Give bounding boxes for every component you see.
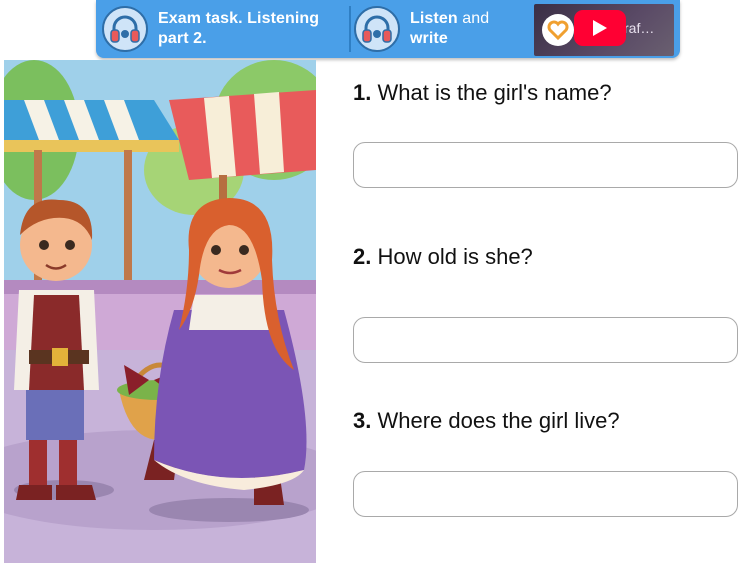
- market-scene-illustration: [4, 60, 316, 563]
- tab-exam-task-listening[interactable]: Exam task. Listening part 2.: [102, 4, 348, 54]
- tab-listen-and-write[interactable]: Listen and write: [354, 4, 536, 54]
- youtube-play-icon[interactable]: [574, 10, 626, 46]
- video-thumbnail[interactable]: raf…: [534, 4, 674, 56]
- question-3: 3. Where does the girl live?: [353, 408, 620, 434]
- tab-divider: [349, 6, 351, 52]
- video-title: raf…: [624, 20, 655, 36]
- question-text: What is the girl's name?: [377, 80, 612, 105]
- answer-input-1[interactable]: [353, 142, 738, 188]
- channel-logo: [542, 14, 574, 46]
- question-number: 1.: [353, 80, 372, 105]
- tab-label: Exam task. Listening part 2.: [158, 10, 320, 47]
- tab-bar: Exam task. Listening part 2. Listen and …: [96, 0, 680, 58]
- answer-input-2[interactable]: [353, 317, 738, 363]
- question-2: 2. How old is she?: [353, 244, 533, 270]
- headphones-icon: [354, 6, 400, 52]
- tab-label: Listen and write: [410, 10, 490, 47]
- headphones-icon: [102, 6, 148, 52]
- question-text: How old is she?: [377, 244, 533, 269]
- question-text: Where does the girl live?: [377, 408, 620, 433]
- answer-input-3[interactable]: [353, 471, 738, 517]
- question-1: 1. What is the girl's name?: [353, 80, 612, 106]
- question-number: 3.: [353, 408, 372, 433]
- question-number: 2.: [353, 244, 372, 269]
